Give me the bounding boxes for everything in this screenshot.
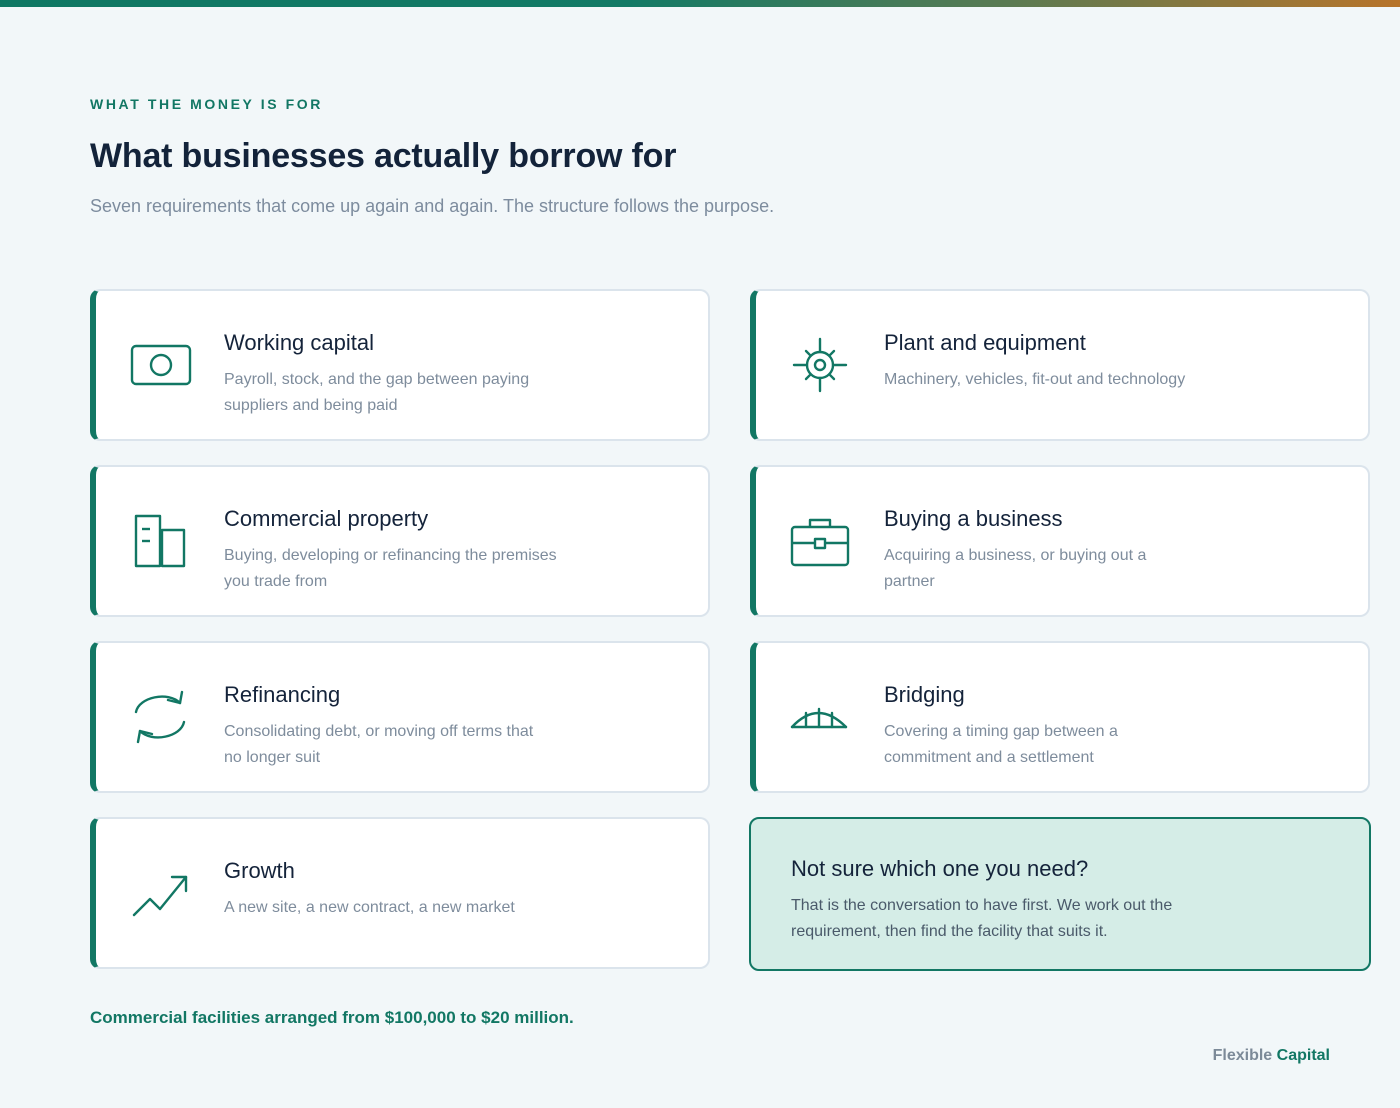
brand-logo[interactable]: Flexible Capital bbox=[1213, 1045, 1330, 1067]
card-title: Growth bbox=[224, 858, 295, 883]
card-plant-and-equipment: Plant and equipment Machinery, vehicles,… bbox=[750, 289, 1370, 441]
refresh-icon bbox=[128, 689, 192, 745]
card-title: Commercial property bbox=[224, 506, 429, 531]
brand-name-part1: Flexible bbox=[1212, 1047, 1273, 1064]
card-description: Acquiring a business, or buying out a pa… bbox=[884, 547, 1147, 590]
help-choose-description: That is the conversation to have first. … bbox=[791, 897, 1173, 940]
card-refinancing: Refinancing Consolidating debt, or movin… bbox=[90, 641, 710, 793]
building-icon bbox=[128, 513, 192, 569]
card-growth: Growth A new site, a new contract, a new… bbox=[90, 817, 710, 969]
gear-icon bbox=[788, 337, 852, 393]
bridge-icon bbox=[788, 689, 852, 745]
facility-range-note: Commercial facilities arranged from $100… bbox=[90, 1008, 574, 1027]
card-bridging: Bridging Covering a timing gap between a… bbox=[750, 641, 1370, 793]
card-description: Consolidating debt, or moving off terms … bbox=[224, 723, 534, 766]
brand-name-part2: Capital bbox=[1276, 1047, 1330, 1064]
card-commercial-property: Commercial property Buying, developing o… bbox=[90, 465, 710, 617]
section-subhead: Seven requirements that come up again an… bbox=[90, 196, 775, 216]
card-title: Plant and equipment bbox=[884, 330, 1086, 355]
section-headline: What businesses actually borrow for bbox=[90, 137, 677, 175]
card-description: Machinery, vehicles, fit-out and technol… bbox=[884, 371, 1186, 388]
card-description: A new site, a new contract, a new market bbox=[224, 899, 515, 916]
card-description: Payroll, stock, and the gap between payi… bbox=[224, 371, 530, 414]
card-description: Buying, developing or refinancing the pr… bbox=[224, 547, 557, 590]
briefcase-icon bbox=[788, 513, 852, 569]
card-working-capital: Working capital Payroll, stock, and the … bbox=[90, 289, 710, 441]
banknote-icon bbox=[128, 337, 192, 393]
card-title: Bridging bbox=[884, 682, 965, 707]
card-buying-a-business: Buying a business Acquiring a business, … bbox=[750, 465, 1370, 617]
top-accent-bar bbox=[0, 0, 1400, 7]
help-choose-title: Not sure which one you need? bbox=[791, 856, 1089, 881]
card-description: Covering a timing gap between a commitme… bbox=[884, 723, 1118, 766]
card-title: Buying a business bbox=[884, 506, 1063, 531]
section-eyebrow: WHAT THE MONEY IS FOR bbox=[90, 96, 323, 112]
help-choose-card[interactable]: Not sure which one you need? That is the… bbox=[749, 817, 1371, 971]
card-title: Refinancing bbox=[224, 682, 341, 707]
trend-up-icon bbox=[128, 865, 192, 921]
card-title: Working capital bbox=[224, 330, 374, 355]
